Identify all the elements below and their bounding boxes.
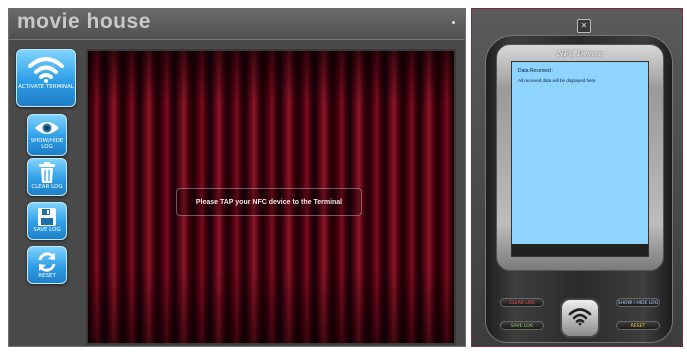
curtain-stage: Please TAP your NFC device to the Termin… <box>86 49 456 345</box>
close-icon[interactable]: ✕ <box>577 19 591 33</box>
floppy-disk-icon <box>37 207 57 227</box>
wifi-icon <box>568 306 592 331</box>
title-bar: movie house <box>9 9 465 40</box>
device-screen: Data Received : All received data will b… <box>511 61 649 257</box>
title-bar-dot <box>452 21 455 24</box>
refresh-icon <box>36 251 58 273</box>
nfc-device-panel: ✕ NFC Device Data Received : All receive… <box>471 8 683 347</box>
nfc-phone: NFC Device Data Received : All received … <box>485 35 673 343</box>
device-clear-log-button[interactable]: CLEAR LOG <box>500 298 544 307</box>
wifi-icon <box>27 54 65 84</box>
tap-prompt: Please TAP your NFC device to the Termin… <box>176 188 362 216</box>
eye-icon <box>34 118 60 138</box>
trash-icon <box>37 162 57 184</box>
phone-bezel: NFC Device Data Received : All received … <box>496 44 664 271</box>
save-log-label: SAVE LOG <box>33 227 61 233</box>
screen-bottom-bar <box>512 244 648 256</box>
show-hide-log-button[interactable]: SHOW/HIDE LOG <box>27 114 67 156</box>
data-received-heading: Data Received : <box>518 68 554 74</box>
clear-log-label: CLEAR LOG <box>31 184 63 190</box>
reset-label: RESET <box>38 273 56 279</box>
show-hide-log-label: SHOW/HIDE LOG <box>30 138 64 150</box>
device-save-log-button[interactable]: SAVE LOG <box>500 321 544 330</box>
main-window: movie house ACTIVATE TERMINAL SHOW/HIDE … <box>8 8 466 347</box>
activate-terminal-button[interactable]: ACTIVATE TERMINAL <box>16 49 76 107</box>
activate-terminal-label: ACTIVATE TERMINAL <box>18 84 74 90</box>
clear-log-button[interactable]: CLEAR LOG <box>27 158 67 196</box>
reset-button[interactable]: RESET <box>27 246 67 284</box>
device-reset-button[interactable]: RESET <box>616 321 660 330</box>
data-received-message: All received data will be displayed here <box>518 78 596 83</box>
app-title: movie house <box>17 10 151 33</box>
device-name: NFC Device <box>557 49 603 58</box>
save-log-button[interactable]: SAVE LOG <box>27 202 67 240</box>
device-center-key[interactable] <box>560 298 600 338</box>
device-show-hide-log-button[interactable]: SHOW / HIDE LOG <box>616 298 660 307</box>
